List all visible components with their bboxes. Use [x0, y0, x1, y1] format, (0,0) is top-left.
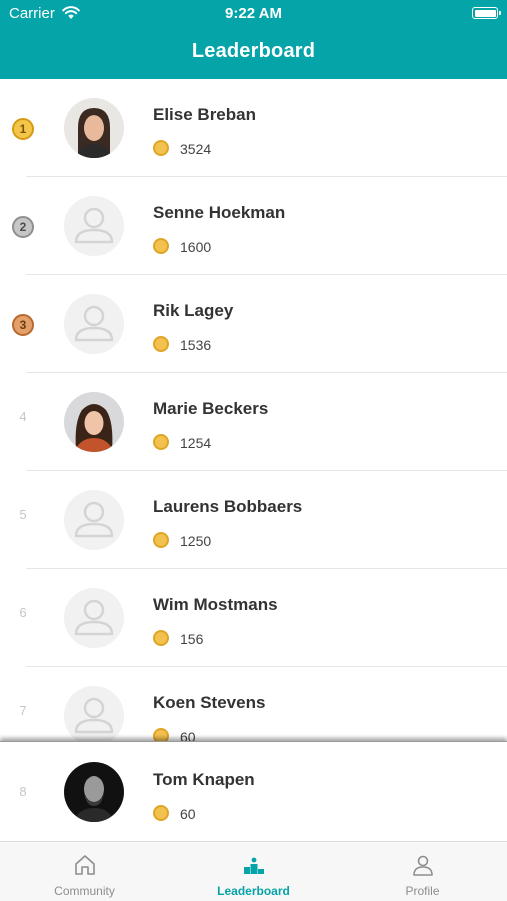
rank-number: 7 — [19, 703, 27, 718]
avatar — [64, 686, 124, 741]
leaderboard-row[interactable]: 4 Marie Beckers 1254 — [0, 373, 507, 471]
gold-medal-icon: 1 — [12, 118, 34, 140]
tab-leaderboard[interactable]: Leaderboard — [169, 842, 338, 901]
coin-icon — [153, 336, 169, 352]
rank-number: 5 — [19, 507, 27, 522]
rank-number: 6 — [19, 605, 27, 620]
woman-photo-icon — [64, 98, 124, 158]
player-points: 1600 — [180, 239, 212, 255]
avatar — [64, 294, 124, 354]
leaderboard-row[interactable]: 8 Tom Knapen 60 — [0, 742, 507, 840]
leaderboard-row[interactable]: 2 Senne Hoekman 1600 — [0, 177, 507, 275]
man-photo-icon — [64, 762, 124, 822]
player-name: Laurens Bobbaers — [153, 497, 303, 516]
coin-icon — [153, 238, 169, 254]
player-name: Rik Lagey — [153, 301, 234, 320]
battery-icon — [472, 7, 501, 19]
leaderboard-row[interactable]: 6 Wim Mostmans 156 — [0, 569, 507, 667]
player-name: Marie Beckers — [153, 399, 269, 418]
player-name: Tom Knapen — [153, 770, 255, 789]
player-name: Koen Stevens — [153, 693, 266, 712]
player-name: Elise Breban — [153, 105, 256, 124]
avatar — [64, 98, 124, 158]
player-points: 1250 — [180, 533, 212, 549]
player-points: 1254 — [180, 435, 212, 451]
person-placeholder-icon — [64, 588, 124, 648]
rank-number: 4 — [19, 409, 27, 424]
leaderboard-row[interactable]: 7 Koen Stevens 60 — [0, 667, 507, 741]
woman-photo-icon — [64, 392, 124, 452]
avatar — [64, 762, 124, 822]
avatar — [64, 392, 124, 452]
silver-medal-icon: 2 — [12, 216, 34, 238]
leaderboard-row[interactable]: 5 Laurens Bobbaers 1250 — [0, 471, 507, 569]
status-time: 9:22 AM — [225, 5, 282, 22]
status-bar: Carrier 9:22 AM — [0, 0, 507, 28]
player-name: Senne Hoekman — [153, 203, 286, 222]
player-points: 1536 — [180, 337, 212, 353]
leaderboard-row[interactable]: 3 Rik Lagey 1536 — [0, 275, 507, 373]
avatar — [64, 588, 124, 648]
page-title: Leaderboard — [191, 40, 316, 62]
bronze-medal-icon: 3 — [12, 314, 34, 336]
home-icon — [75, 855, 95, 875]
coin-icon — [153, 434, 169, 450]
tab-label: Leaderboard — [217, 884, 290, 898]
player-points: 3524 — [180, 141, 212, 157]
person-placeholder-icon — [64, 686, 124, 741]
tab-label: Profile — [405, 884, 440, 898]
leaderboard-list[interactable]: 1 Elise Breban 3524 2 Senne Hoekman 1600… — [0, 79, 507, 741]
tab-label: Community — [54, 884, 115, 898]
player-name: Wim Mostmans — [153, 595, 278, 614]
coin-icon — [153, 728, 169, 741]
leaderboard-row[interactable]: 1 Elise Breban 3524 — [0, 79, 507, 177]
avatar — [64, 490, 124, 550]
app-header: Carrier 9:22 AM Leaderboard — [0, 0, 507, 79]
podium-icon — [244, 857, 264, 874]
rank-number: 8 — [19, 784, 27, 799]
person-placeholder-icon — [64, 196, 124, 256]
current-user-row[interactable]: 8 Tom Knapen 60 — [0, 741, 507, 842]
tab-community[interactable]: Community — [0, 842, 169, 901]
tab-profile[interactable]: Profile — [338, 842, 507, 901]
person-placeholder-icon — [64, 490, 124, 550]
avatar — [64, 196, 124, 256]
tab-bar: Community Leaderboard Profile — [0, 841, 507, 901]
player-points: 60 — [180, 729, 196, 741]
coin-icon — [153, 805, 169, 821]
coin-icon — [153, 140, 169, 156]
coin-icon — [153, 532, 169, 548]
coin-icon — [153, 630, 169, 646]
player-points: 60 — [180, 806, 196, 822]
person-icon — [413, 855, 433, 876]
player-points: 156 — [180, 631, 204, 647]
person-placeholder-icon — [64, 294, 124, 354]
